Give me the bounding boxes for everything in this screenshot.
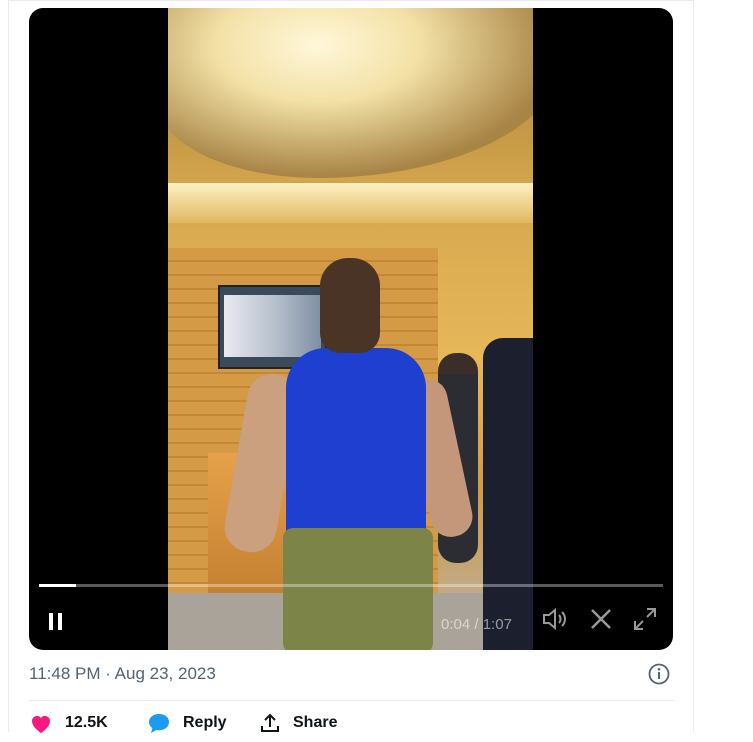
x-logo-icon (591, 609, 611, 629)
reply-button[interactable]: Reply (147, 712, 227, 734)
info-button[interactable] (648, 663, 670, 685)
share-button[interactable]: Share (259, 712, 337, 734)
pause-button[interactable] (45, 606, 67, 636)
info-icon (648, 663, 670, 685)
video-progress-fill (39, 584, 77, 587)
share-icon (261, 713, 279, 732)
heart-icon (32, 716, 50, 733)
ceiling-light-strip (168, 183, 533, 223)
current-time: 0:04 (441, 616, 471, 633)
top-border (8, 0, 694, 1)
fullscreen-button[interactable] (632, 606, 658, 632)
volume-icon (543, 607, 566, 631)
timeline-left-border (8, 0, 9, 732)
reply-bubble-icon (149, 714, 169, 733)
reply-label: Reply (183, 714, 227, 731)
ceiling (168, 8, 533, 178)
volume-button[interactable] (541, 606, 567, 632)
like-count: 12.5K (65, 714, 108, 731)
fullscreen-icon (634, 608, 656, 630)
video-time: 0:04 / 1:07 (441, 616, 512, 633)
timeline-right-border (693, 0, 694, 732)
man-head (320, 258, 380, 353)
like-button[interactable]: 12.5K (29, 712, 108, 734)
video-progress-bar[interactable] (39, 584, 663, 587)
person-right-edge (483, 338, 533, 650)
share-label: Share (293, 714, 338, 731)
man-blue-vest (286, 348, 426, 548)
man-shorts (283, 528, 433, 650)
x-logo-button[interactable] (588, 606, 614, 632)
pause-icon (49, 613, 53, 630)
tweet-timestamp[interactable]: 11:48 PM · Aug 23, 2023 (29, 664, 216, 684)
video-player[interactable]: 0:04 / 1:07 (29, 8, 673, 650)
duration: 1:07 (482, 616, 512, 633)
tweet-actions: 12.5K Reply Share (29, 712, 674, 742)
video-frame[interactable] (168, 8, 533, 650)
divider (29, 700, 674, 701)
